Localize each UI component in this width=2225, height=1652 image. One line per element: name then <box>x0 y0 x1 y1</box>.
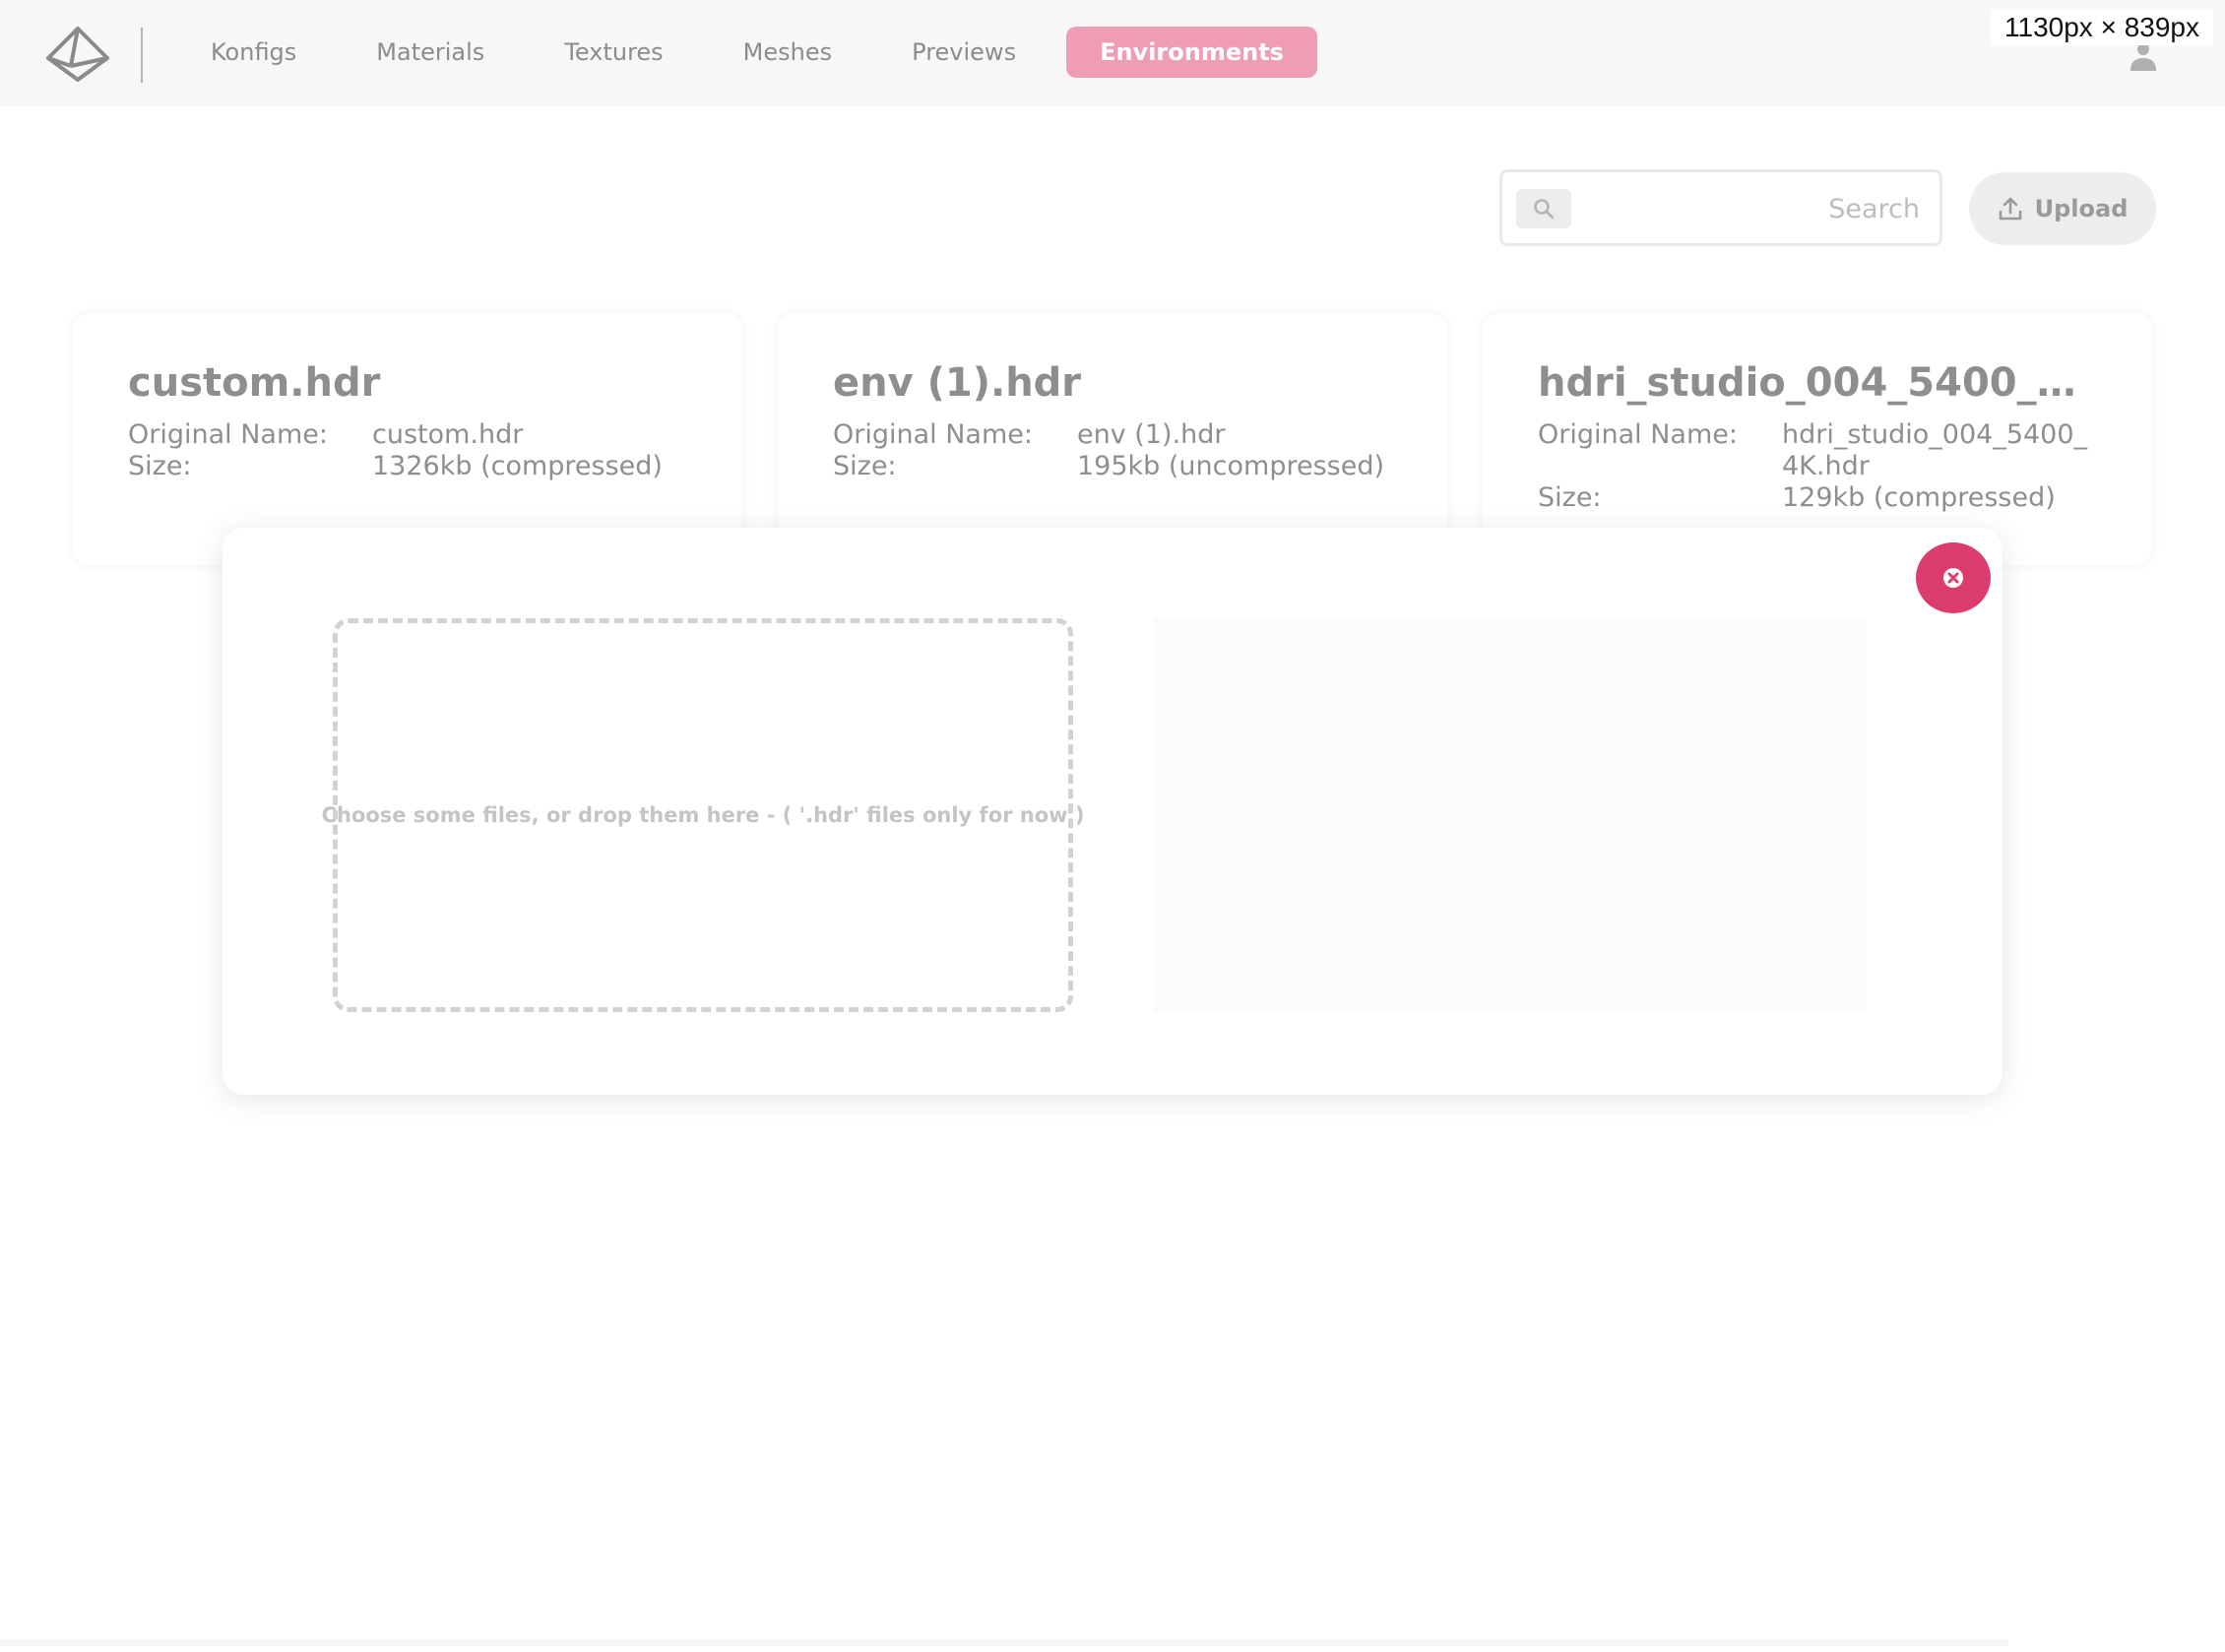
page-bottom-edge <box>0 1639 2008 1646</box>
meta-value: 1326kb (compressed) <box>372 451 663 481</box>
viewport-size-label: 1130px × 839px <box>1991 10 2213 45</box>
meta-row-size: Size: 129kb (compressed) <box>1538 482 2097 514</box>
search-icon <box>1534 199 1555 220</box>
meta-row-original-name: Original Name: env (1).hdr <box>833 419 1392 451</box>
main-nav: Konfigs Materials Textures Meshes Previe… <box>181 27 1338 78</box>
search-icon-button[interactable] <box>1516 189 1571 228</box>
top-navigation-bar: Konfigs Materials Textures Meshes Previe… <box>0 0 2225 106</box>
search-input[interactable] <box>1585 182 1920 235</box>
meta-value: custom.hdr <box>372 419 524 450</box>
meta-value: 195kb (uncompressed) <box>1077 451 1384 481</box>
meta-row-original-name: Original Name: hdri_studio_004_5400_4K.h… <box>1538 419 2097 482</box>
close-modal-button[interactable] <box>1916 542 1991 613</box>
card-title: custom.hdr <box>128 360 381 406</box>
upload-button-label: Upload <box>2034 195 2129 222</box>
meta-value: env (1).hdr <box>1077 419 1226 450</box>
close-icon <box>1943 568 1963 588</box>
meta-row-size: Size: 1326kb (compressed) <box>128 451 687 482</box>
meta-label: Size: <box>128 451 192 481</box>
card-title: env (1).hdr <box>833 360 1082 406</box>
card-title: hdri_studio_004_5400_4K.hdr <box>1538 360 2097 406</box>
upload-icon <box>1999 197 2021 221</box>
meta-label: Original Name: <box>128 419 328 450</box>
nav-item-textures[interactable]: Textures <box>535 27 692 78</box>
dropzone-text: Choose some files, or drop them here - (… <box>321 803 1085 827</box>
upload-modal: Choose some files, or drop them here - (… <box>222 528 2002 1095</box>
meta-label: Original Name: <box>833 419 1033 450</box>
search-box <box>1499 169 1942 246</box>
nav-item-konfigs[interactable]: Konfigs <box>181 27 326 78</box>
meta-row-original-name: Original Name: custom.hdr <box>128 419 687 451</box>
meta-label: Size: <box>1538 482 1602 513</box>
meta-value: hdri_studio_004_5400_4K.hdr <box>1782 419 2088 481</box>
upload-button[interactable]: Upload <box>1969 172 2156 245</box>
nav-item-previews[interactable]: Previews <box>882 27 1046 78</box>
header-divider <box>141 28 143 83</box>
meta-label: Original Name: <box>1538 419 1738 450</box>
file-dropzone[interactable]: Choose some files, or drop them here - (… <box>322 618 1084 1012</box>
nav-item-materials[interactable]: Materials <box>347 27 514 78</box>
meta-label: Size: <box>833 451 897 481</box>
pyramid-logo-icon[interactable] <box>45 26 110 83</box>
upload-preview-area <box>1154 618 1867 1012</box>
nav-item-environments[interactable]: Environments <box>1066 27 1317 78</box>
user-icon[interactable] <box>2129 41 2158 71</box>
nav-item-meshes[interactable]: Meshes <box>714 27 861 78</box>
meta-row-size: Size: 195kb (uncompressed) <box>833 451 1392 482</box>
meta-value: 129kb (compressed) <box>1782 482 2056 513</box>
